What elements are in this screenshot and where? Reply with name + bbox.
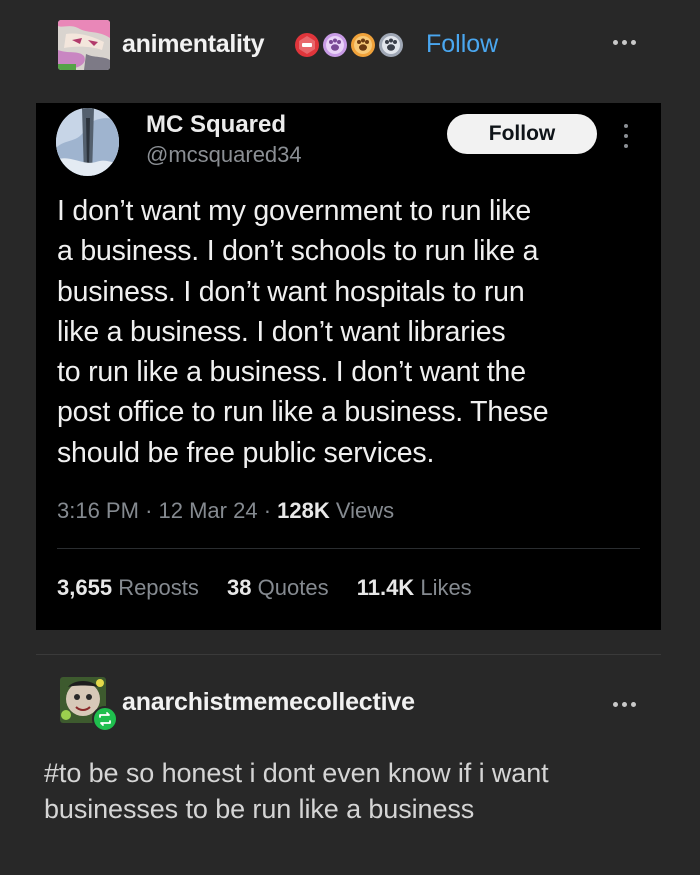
- tweet-text: I don’t want my government to run like a…: [57, 191, 637, 473]
- reposts-stat[interactable]: 3,655 Reposts: [57, 575, 205, 600]
- reblog-text: #to be so honest i dont even know if i w…: [44, 758, 549, 824]
- blog-name[interactable]: animentality: [122, 30, 265, 59]
- tweet-author-handle[interactable]: @mcsquared34: [146, 142, 302, 168]
- reposts-label: Reposts: [118, 575, 199, 600]
- tweet-author-name[interactable]: MC Squared: [146, 111, 286, 139]
- meta-separator: ·: [263, 498, 278, 523]
- tweet-date[interactable]: 12 Mar 24: [159, 498, 258, 523]
- reposts-count: 3,655: [57, 575, 113, 600]
- follow-button[interactable]: Follow: [426, 30, 498, 59]
- embedded-tweet: MC Squared @mcsquared34 Follow I don’t w…: [36, 103, 661, 630]
- blog-avatar[interactable]: [58, 20, 110, 70]
- reblog-separator: [36, 654, 661, 655]
- tweet-stats: 3,655 Reposts 38 Quotes 11.4K Likes: [57, 575, 494, 601]
- quotes-count: 38: [227, 575, 252, 600]
- reblog-blog-name[interactable]: anarchistmemecollective: [122, 688, 415, 717]
- quotes-stat[interactable]: 38 Quotes: [227, 575, 335, 600]
- views-count: 128K: [277, 498, 330, 523]
- quotes-label: Quotes: [257, 575, 329, 600]
- paw-badge-icon: [323, 33, 347, 57]
- tweet-divider: [57, 548, 640, 549]
- views-label: Views: [335, 498, 395, 523]
- tweet-text-line: like a business. I don’t want libraries: [57, 315, 506, 348]
- tweet-avatar: [56, 108, 119, 176]
- more-options-icon[interactable]: [611, 30, 639, 54]
- reblog-more-options-icon[interactable]: [611, 692, 639, 716]
- tweet-time[interactable]: 3:16 PM: [57, 498, 139, 523]
- tweet-text-line: I don’t want my government to run like: [57, 195, 531, 227]
- likes-label: Likes: [420, 575, 472, 600]
- reblog-avatar[interactable]: [60, 677, 118, 732]
- likes-stat[interactable]: 11.4K Likes: [357, 575, 472, 600]
- tweet-text-line: post office to run like a business. Thes…: [57, 396, 549, 429]
- paw-badge-icon: [379, 33, 403, 57]
- reblog-icon: [92, 706, 118, 732]
- tweet-text-line: should be free public services.: [57, 436, 435, 469]
- post-header: animentality Follow: [0, 0, 700, 95]
- meta-separator: ·: [145, 498, 159, 523]
- tweet-text-line: a business. I don’t schools to run like …: [57, 235, 539, 268]
- tweet-more-icon[interactable]: [622, 123, 630, 149]
- tweet-text-line: to run like a business. I don’t want the: [57, 356, 526, 389]
- tweet-text-line: business. I don’t want hospitals to run: [57, 275, 525, 308]
- paw-badge-icon: [351, 33, 375, 57]
- tweet-meta: 3:16 PM · 12 Mar 24 · 128K Views: [57, 498, 394, 524]
- tweet-follow-button[interactable]: Follow: [447, 114, 597, 154]
- likes-count: 11.4K: [356, 575, 415, 600]
- red-badge-icon: [295, 33, 319, 57]
